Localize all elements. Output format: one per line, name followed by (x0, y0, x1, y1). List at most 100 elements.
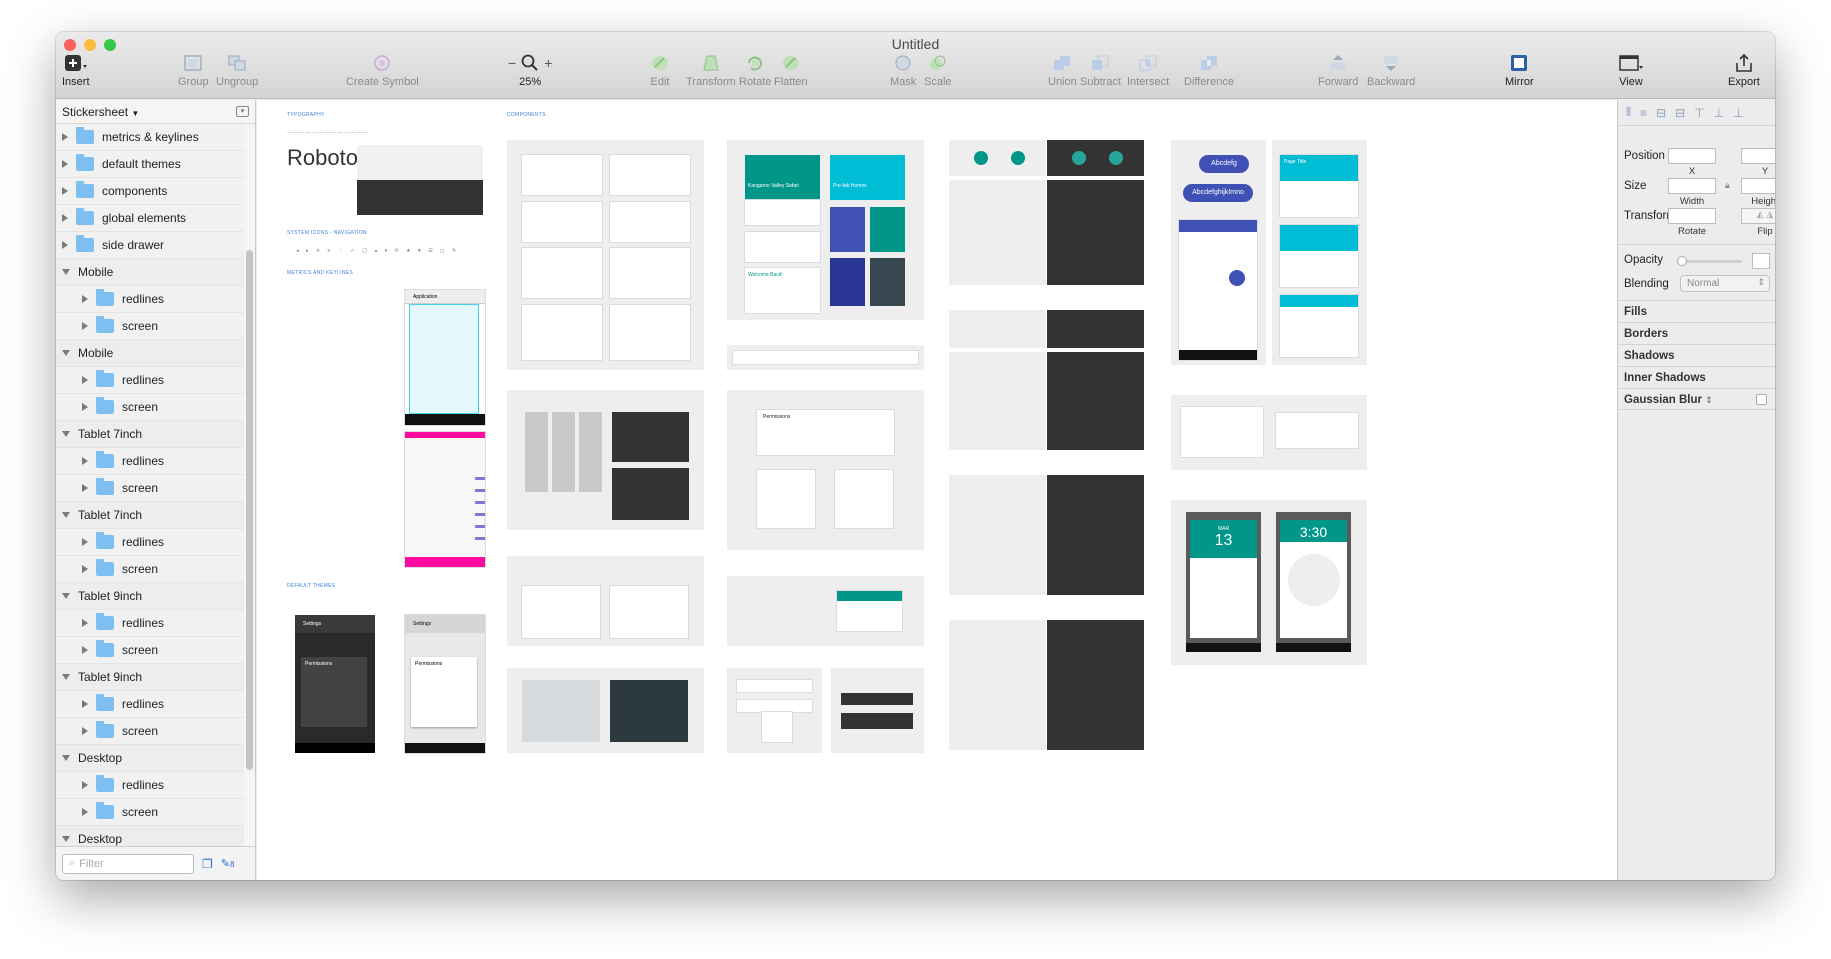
disclosure-closed-icon[interactable] (62, 133, 68, 141)
layer-group-row[interactable]: components (56, 178, 244, 205)
disclosure-closed-icon[interactable] (62, 214, 68, 222)
layer-group-row[interactable]: screen (56, 637, 244, 664)
height-field[interactable] (1741, 178, 1775, 194)
disclosure-closed-icon[interactable] (62, 160, 68, 168)
layer-group-row[interactable]: metrics & keylines (56, 124, 244, 151)
ungroup-button[interactable]: Ungroup (216, 52, 258, 88)
layer-artboard-row[interactable]: Desktop (56, 826, 244, 846)
forward-button[interactable]: Forward (1318, 52, 1358, 88)
layer-group-row[interactable]: screen (56, 718, 244, 745)
zoom-control[interactable]: − + 25% (508, 52, 552, 88)
shadows-section[interactable]: Shadows (1618, 344, 1775, 366)
disclosure-open-icon[interactable] (62, 431, 70, 437)
page-name[interactable]: Stickersheet ▼ (62, 105, 139, 119)
disclosure-open-icon[interactable] (62, 674, 70, 680)
opacity-slider-knob[interactable] (1677, 256, 1687, 266)
disclosure-open-icon[interactable] (62, 836, 70, 842)
disclosure-open-icon[interactable] (62, 755, 70, 761)
inner-shadows-section[interactable]: Inner Shadows (1618, 366, 1775, 388)
layer-group-row[interactable]: redlines (56, 691, 244, 718)
layer-artboard-row[interactable]: Tablet 9inch (56, 583, 244, 610)
layer-artboard-row[interactable]: Tablet 9inch (56, 664, 244, 691)
width-field[interactable] (1668, 178, 1716, 194)
layer-artboard-row[interactable]: Desktop (56, 745, 244, 772)
disclosure-closed-icon[interactable] (82, 295, 88, 303)
create-symbol-button[interactable]: Create Symbol (346, 52, 419, 88)
borders-section[interactable]: Borders (1618, 322, 1775, 344)
disclosure-closed-icon[interactable] (82, 565, 88, 573)
edit-button[interactable]: Edit (650, 52, 670, 88)
layer-group-row[interactable]: redlines (56, 772, 244, 799)
rotate-field[interactable] (1668, 208, 1716, 224)
disclosure-closed-icon[interactable] (62, 187, 68, 195)
layer-group-row[interactable]: global elements (56, 205, 244, 232)
layer-group-row[interactable]: screen (56, 475, 244, 502)
opacity-field[interactable] (1752, 253, 1770, 269)
disclosure-open-icon[interactable] (62, 350, 70, 356)
mask-button[interactable]: Mask (890, 52, 916, 88)
disclosure-open-icon[interactable] (62, 269, 70, 275)
layer-artboard-row[interactable]: Mobile (56, 259, 244, 286)
layer-group-row[interactable]: default themes (56, 151, 244, 178)
align-bottom-icon[interactable]: ⊥ (1733, 106, 1743, 120)
blending-select[interactable]: Normal ⇕ (1680, 275, 1770, 292)
align-left-icon[interactable]: ⫴ (1626, 105, 1631, 120)
disclosure-closed-icon[interactable] (82, 457, 88, 465)
disclosure-closed-icon[interactable] (82, 376, 88, 384)
y-field[interactable] (1741, 148, 1775, 164)
layer-group-row[interactable]: redlines (56, 529, 244, 556)
view-button[interactable]: View (1618, 52, 1644, 88)
lock-icon[interactable]: 🔒︎ (1725, 180, 1730, 191)
transform-button[interactable]: Transform (686, 52, 736, 88)
scale-button[interactable]: Scale (924, 52, 952, 88)
group-button[interactable]: Group (178, 52, 209, 88)
align-top-icon[interactable]: ⊤ (1694, 106, 1704, 120)
zoom-out-button[interactable]: − (508, 55, 516, 71)
disclosure-closed-icon[interactable] (82, 619, 88, 627)
layers-scrollbar[interactable] (246, 250, 253, 770)
layer-group-row[interactable]: redlines (56, 367, 244, 394)
export-button[interactable]: Export (1728, 52, 1760, 88)
disclosure-closed-icon[interactable] (82, 538, 88, 546)
union-button[interactable]: Union (1048, 52, 1077, 88)
x-field[interactable] (1668, 148, 1716, 164)
disclosure-closed-icon[interactable] (82, 484, 88, 492)
align-right-icon[interactable]: ⊟ (1675, 106, 1685, 120)
opacity-slider[interactable] (1677, 256, 1742, 266)
zoom-in-button[interactable]: + (544, 55, 552, 71)
layer-artboard-row[interactable]: Tablet 7inch (56, 502, 244, 529)
slice-icon[interactable]: ✎8 (221, 857, 235, 870)
copy-icon[interactable]: ❐ (202, 857, 213, 871)
canvas[interactable]: TYPOGRAPHY — — — — — — — — — — — — — Rob… (257, 100, 1617, 880)
gaussian-blur-section[interactable]: Gaussian Blur ⇕ (1618, 388, 1775, 410)
gaussian-blur-checkbox[interactable] (1756, 394, 1767, 405)
filter-field[interactable]: ⌕ Filter (62, 853, 194, 874)
disclosure-closed-icon[interactable] (62, 241, 68, 249)
align-center-icon[interactable]: ⊟ (1656, 106, 1666, 120)
fills-section[interactable]: Fills (1618, 300, 1775, 322)
flatten-button[interactable]: Flatten (774, 52, 808, 88)
layer-artboard-row[interactable]: Mobile (56, 340, 244, 367)
disclosure-open-icon[interactable] (62, 512, 70, 518)
difference-button[interactable]: Difference (1184, 52, 1234, 88)
disclosure-closed-icon[interactable] (82, 808, 88, 816)
insert-button[interactable]: Insert (62, 52, 90, 88)
disclosure-closed-icon[interactable] (82, 727, 88, 735)
layer-group-row[interactable]: screen (56, 394, 244, 421)
layer-group-row[interactable]: screen (56, 313, 244, 340)
mirror-button[interactable]: Mirror (1505, 52, 1534, 88)
disclosure-open-icon[interactable] (62, 593, 70, 599)
layer-group-row[interactable]: side drawer (56, 232, 244, 259)
disclosure-closed-icon[interactable] (82, 700, 88, 708)
disclosure-closed-icon[interactable] (82, 646, 88, 654)
flip-buttons[interactable]: ◭ ◮ (1741, 208, 1775, 224)
align-middle-icon[interactable]: ⊥ (1714, 106, 1724, 120)
backward-button[interactable]: Backward (1367, 52, 1415, 88)
rotate-button[interactable]: Rotate (739, 52, 771, 88)
disclosure-closed-icon[interactable] (82, 403, 88, 411)
disclosure-closed-icon[interactable] (82, 322, 88, 330)
page-selector[interactable]: Stickersheet ▼ ▾ (56, 100, 255, 124)
subtract-button[interactable]: Subtract (1080, 52, 1121, 88)
layer-group-row[interactable]: redlines (56, 286, 244, 313)
distribute-icon[interactable]: ≡ (1640, 106, 1647, 120)
